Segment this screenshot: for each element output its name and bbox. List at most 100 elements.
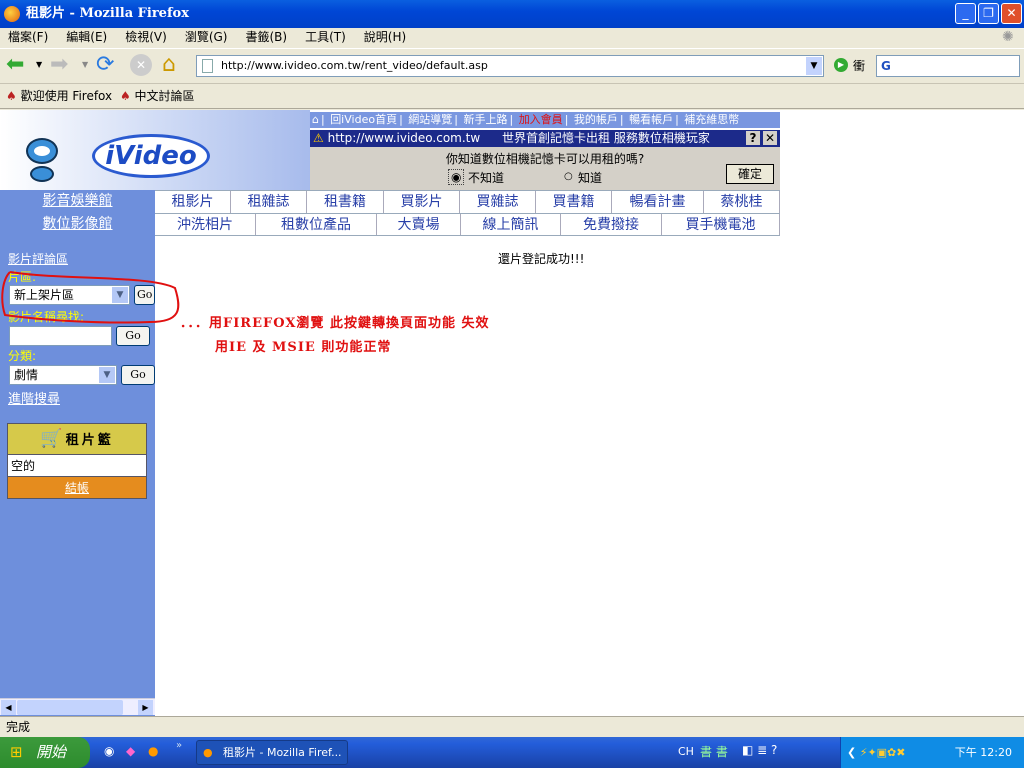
forward-icon[interactable]: ➡ [50,54,68,76]
nav-tsai[interactable]: 蔡桃桂 [704,191,780,213]
toplink-topup[interactable]: 補充維思幣 [684,113,739,126]
menu-bar: 檔案(F) 編輯(E) 檢視(V) 瀏覽(G) 書籤(B) 工具(T) 說明(H) [0,28,1024,47]
nav-rent-digital[interactable]: 租數位產品 [256,214,377,235]
start-button[interactable]: ⊞ 開始 [0,737,90,768]
ad-text: 世界首創記憶卡出租 服務數位相機玩家 [502,131,710,145]
taskbar-firefox-window[interactable]: ● 租影片 - Mozilla Firef... [196,740,348,765]
start-label: 開始 [36,743,67,761]
category-select[interactable]: 劇情 ▼ [9,365,117,385]
help-icon[interactable]: ? [746,131,760,145]
nav-row-digital: 沖洗相片 租數位產品 大賣場 線上簡訊 免費撥接 買手機電池 [155,213,780,236]
url-dropdown-icon[interactable]: ▼ [806,57,822,75]
menu-view[interactable]: 檢視(V) [125,30,167,44]
tray-icons[interactable]: ⚡✦▣✿✖ [860,746,906,759]
quicklaunch-firefox-icon[interactable]: ● [148,744,158,758]
url-input[interactable]: http://www.ivideo.com.tw/rent_video/defa… [196,55,824,77]
nav-mall[interactable]: 大賣場 [377,214,461,235]
status-message: 還片登記成功!!! [498,252,585,266]
nav-buy-video[interactable]: 買影片 [384,191,460,213]
maximize-button[interactable]: ❐ [978,3,999,24]
go-label: 衝 [853,59,866,73]
nav-sms[interactable]: 線上簡訊 [461,214,561,235]
section-digital-imaging[interactable]: 數位影像館 [0,213,155,236]
toplink-unlimited-account[interactable]: 暢看帳戶 [629,113,673,126]
minimize-button[interactable]: _ [955,3,976,24]
stop-icon[interactable]: ✕ [130,54,152,76]
throbber-icon: ✺ [1002,29,1014,45]
ad-url: http://www.ivideo.com.tw [327,131,481,145]
quicklaunch-app-icon[interactable]: ◆ [126,744,135,758]
search-engine-icon: G [881,59,891,73]
toplink-account[interactable]: 我的帳戶 [574,113,618,126]
go-icon[interactable]: ▶ [834,58,848,72]
checkout-link[interactable]: 結帳 [8,476,146,498]
nav-rent-book[interactable]: 租書籍 [307,191,384,213]
annotation-note-1: ．．．用FIREFOX瀏覽 此按鍵轉換頁面功能 失效 [180,316,490,331]
bookmark-icon: ♠ [6,89,17,103]
nav-rent-magazine[interactable]: 租雜誌 [231,191,307,213]
cart-title: 租片籃 [65,433,114,448]
back-dropdown-icon[interactable]: ▼ [36,60,42,69]
close-button[interactable]: ✕ [1001,3,1022,24]
nav-photo-print[interactable]: 沖洗相片 [155,214,256,235]
category-select-value: 劇情 [14,368,39,382]
mascot-icon [22,124,62,184]
menu-tools[interactable]: 工具(T) [305,30,346,44]
window-titlebar: 租影片 - Mozilla Firefox [0,0,1024,28]
cart-header: 🛒租片籃 [8,424,146,454]
nav-buy-book[interactable]: 買書籍 [536,191,612,213]
toplink-sitemap[interactable]: 網站導覽 [408,113,452,126]
ime-icon[interactable]: 書 書 [700,743,728,760]
status-bar: 完成 [0,716,1024,736]
category-go-button[interactable]: Go [121,365,155,385]
poll-option-no[interactable]: ◉ [448,169,465,185]
nav-unlimited-plan[interactable]: 暢看計畫 [612,191,704,213]
close-icon[interactable]: ✕ [763,131,777,145]
firefox-icon [4,6,20,22]
scroll-left-icon[interactable]: ◀ [1,700,16,715]
scroll-right-icon[interactable]: ▶ [138,700,153,715]
back-icon[interactable]: ⬅ [6,54,24,76]
poll-submit-button[interactable]: 確定 [726,164,774,184]
horizontal-scrollbar[interactable]: ◀ ▶ [0,698,155,715]
cart-content: 空的 [8,454,146,476]
site-logo[interactable]: iVideo [92,134,210,178]
page-content: iVideo ⌂ | 回iVideo首頁 | 網站導覽 | 新手上路 | 加入會員 | 我… [0,110,1024,716]
reload-icon[interactable]: ⟳ [96,52,114,77]
quicklaunch-media-icon[interactable]: ◉ [104,744,114,758]
toplink-join[interactable]: 加入會員 [519,113,563,126]
windows-logo-icon: ⊞ [10,743,23,761]
nav-dialup[interactable]: 免費撥接 [561,214,662,235]
language-indicator[interactable]: CH [678,745,694,758]
toplink-home[interactable]: 回iVideo首頁 [330,113,397,126]
menu-edit[interactable]: 編輯(E) [66,30,107,44]
page-icon [202,59,213,73]
site-header-logo-area: iVideo [0,110,310,190]
annotation-note-2: 用IE 及 MSIE 則功能正常 [215,340,392,355]
tray-expand-icon[interactable]: ❮ [847,746,856,759]
section-entertainment[interactable]: 影音娛樂館 [0,190,155,213]
category-label: 分類: [8,349,37,363]
home-icon[interactable]: ⌂ [162,52,176,77]
bookmark-forum[interactable]: 中文討論區 [135,89,195,103]
menu-bookmarks[interactable]: 書籤(B) [245,30,287,44]
forward-dropdown-icon[interactable]: ▼ [82,60,88,69]
scrollbar-thumb[interactable] [17,700,123,715]
top-links: ⌂ | 回iVideo首頁 | 網站導覽 | 新手上路 | 加入會員 | 我的帳戶 | 暢看… [310,112,780,128]
quicklaunch-expand-icon[interactable]: » [176,740,182,751]
bookmark-welcome[interactable]: 歡迎使用 Firefox [21,89,113,103]
poll-option-yes[interactable]: ○ [564,171,573,182]
menu-help[interactable]: 說明(H) [364,30,406,44]
search-input[interactable]: G [876,55,1020,77]
nav-rent-video[interactable]: 租影片 [155,191,231,213]
home-icon[interactable]: ⌂ [312,113,319,126]
menu-go[interactable]: 瀏覽(G) [185,30,228,44]
advanced-search-link[interactable]: 進階搜尋 [8,388,60,407]
ime-tools-icon[interactable]: ◧ ≣ ? [742,743,777,757]
nav-buy-magazine[interactable]: 買雜誌 [460,191,536,213]
taskbar: ⊞ 開始 ◉ ◆ ● » ● 租影片 - Mozilla Firef... CH 書… [0,737,1024,768]
nav-phone-battery[interactable]: 買手機電池 [662,214,780,235]
menu-file[interactable]: 檔案(F) [8,30,48,44]
bookmarks-toolbar: ♠ 歡迎使用 Firefox ♠ 中文討論區 [0,85,1024,109]
toplink-newbie[interactable]: 新手上路 [463,113,507,126]
